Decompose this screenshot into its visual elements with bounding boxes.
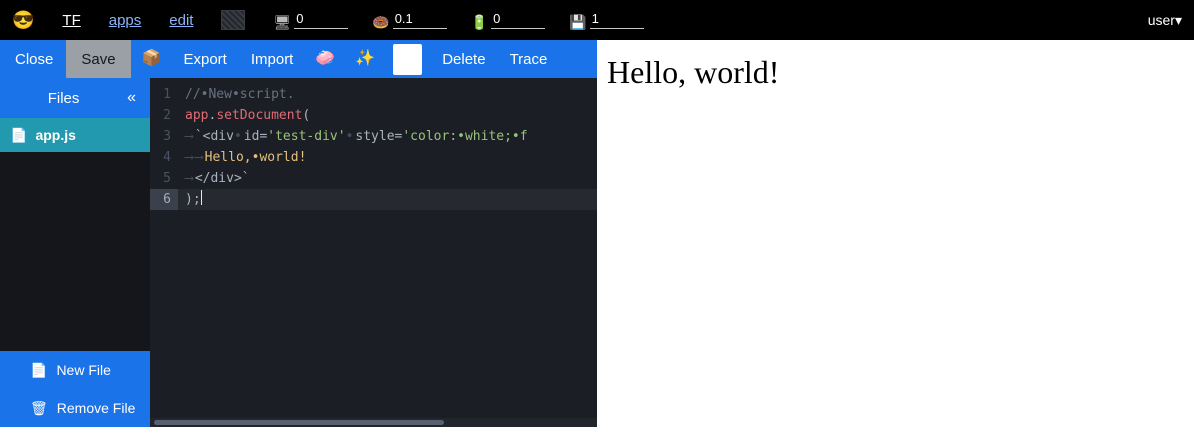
code-editor[interactable]: 123456 //•New•script.app.setDocument(⟶`<…	[150, 78, 597, 427]
monitor-value[interactable]: 0	[294, 11, 348, 29]
code-line: ⟶</div>`	[178, 168, 597, 189]
app-logo-icon[interactable]: 😎	[12, 10, 34, 31]
donut-icon: 🍩	[372, 15, 389, 29]
code-line: //•New•script.	[178, 84, 597, 105]
toolbar: Close Save 📦 Export Import 🧼 ✨ Delete Tr…	[0, 40, 597, 78]
code-line: app.setDocument(	[178, 105, 597, 126]
floppy-icon: 💾	[569, 15, 586, 29]
delete-button[interactable]: Delete	[431, 43, 496, 76]
battery-metric: 🔋0	[471, 11, 545, 29]
scrollbar-thumb[interactable]	[154, 420, 444, 425]
donut-value[interactable]: 0.1	[393, 11, 447, 29]
file-item-app.js[interactable]: 📄 app.js	[0, 118, 150, 152]
line-number: 6	[150, 189, 178, 210]
preview-text: Hello, world!	[607, 53, 1194, 91]
line-number: 5	[150, 168, 178, 189]
text-cursor	[201, 190, 203, 205]
battery-icon: 🔋	[471, 15, 488, 29]
topbar: 😎 TF apps edit 🖥0🍩0.1🔋0💾1 user▾	[0, 0, 1194, 40]
user-label: user	[1148, 12, 1175, 28]
soap-button[interactable]: 🧼	[306, 43, 344, 75]
new-file-icon: 📄	[30, 362, 47, 379]
import-button[interactable]: Import	[240, 43, 305, 76]
floppy-metric: 💾1	[569, 11, 643, 29]
monitor-icon: 🖥	[273, 15, 291, 29]
editor-panel: Close Save 📦 Export Import 🧼 ✨ Delete Tr…	[0, 40, 597, 427]
preview-pane: Hello, world!	[597, 40, 1194, 427]
horizontal-scrollbar[interactable]	[150, 418, 597, 427]
apps-link[interactable]: apps	[109, 12, 142, 29]
line-number: 3	[150, 126, 178, 147]
code-line: ⟶`<div•id='test-div'•style='color:•white…	[178, 126, 597, 147]
file-icon: 📄	[10, 127, 27, 144]
remove-file-button[interactable]: 🗑 Remove File	[0, 389, 150, 427]
package-button[interactable]: 📦	[133, 43, 171, 75]
floppy-value[interactable]: 1	[590, 11, 644, 29]
soap-icon: 🧼	[315, 50, 335, 67]
files-header-label: Files	[0, 90, 127, 107]
file-name: app.js	[35, 127, 75, 143]
code-line: );	[178, 189, 597, 210]
package-icon: 📦	[142, 50, 162, 67]
line-number: 4	[150, 147, 178, 168]
caret-down-icon: ▾	[1175, 12, 1182, 28]
sparkles-icon: ✨	[355, 50, 375, 67]
line-number: 1	[150, 84, 178, 105]
blank-swatch-button[interactable]	[393, 44, 422, 75]
gutter: 123456	[150, 84, 178, 427]
files-header: Files «	[0, 78, 150, 118]
code-area[interactable]: //•New•script.app.setDocument(⟶`<div•id=…	[178, 84, 597, 427]
donut-metric: 🍩 0.1	[372, 11, 446, 29]
new-file-button[interactable]: 📄 New File	[0, 351, 150, 389]
battery-value[interactable]: 0	[491, 11, 545, 29]
sidebar-spacer	[0, 152, 150, 351]
collapse-sidebar-button[interactable]: «	[127, 89, 150, 107]
export-button[interactable]: Export	[172, 43, 237, 76]
topbar-metrics: 🖥0🍩0.1🔋0💾1	[273, 11, 643, 29]
tf-link[interactable]: TF	[62, 12, 80, 29]
remove-file-label: Remove File	[57, 400, 136, 416]
sparkles-button[interactable]: ✨	[346, 43, 384, 75]
canvas-thumbnail[interactable]	[221, 10, 245, 30]
file-list: 📄 app.js	[0, 118, 150, 152]
line-number: 2	[150, 105, 178, 126]
new-file-label: New File	[56, 362, 110, 378]
user-menu[interactable]: user▾	[1148, 12, 1182, 29]
save-button[interactable]: Save	[66, 40, 130, 78]
edit-link[interactable]: edit	[169, 12, 193, 29]
monitor-metric: 🖥0	[273, 11, 348, 29]
trash-icon: 🗑	[30, 400, 48, 417]
code-line: ⟶⟶Hello,•world!	[178, 147, 597, 168]
app-window: 😎 TF apps edit 🖥0🍩0.1🔋0💾1 user▾ Close Sa…	[0, 0, 1194, 427]
close-button[interactable]: Close	[4, 43, 64, 76]
file-sidebar: Files « 📄 app.js 📄 New File 🗑 Remove File	[0, 78, 150, 427]
trace-button[interactable]: Trace	[499, 43, 559, 76]
